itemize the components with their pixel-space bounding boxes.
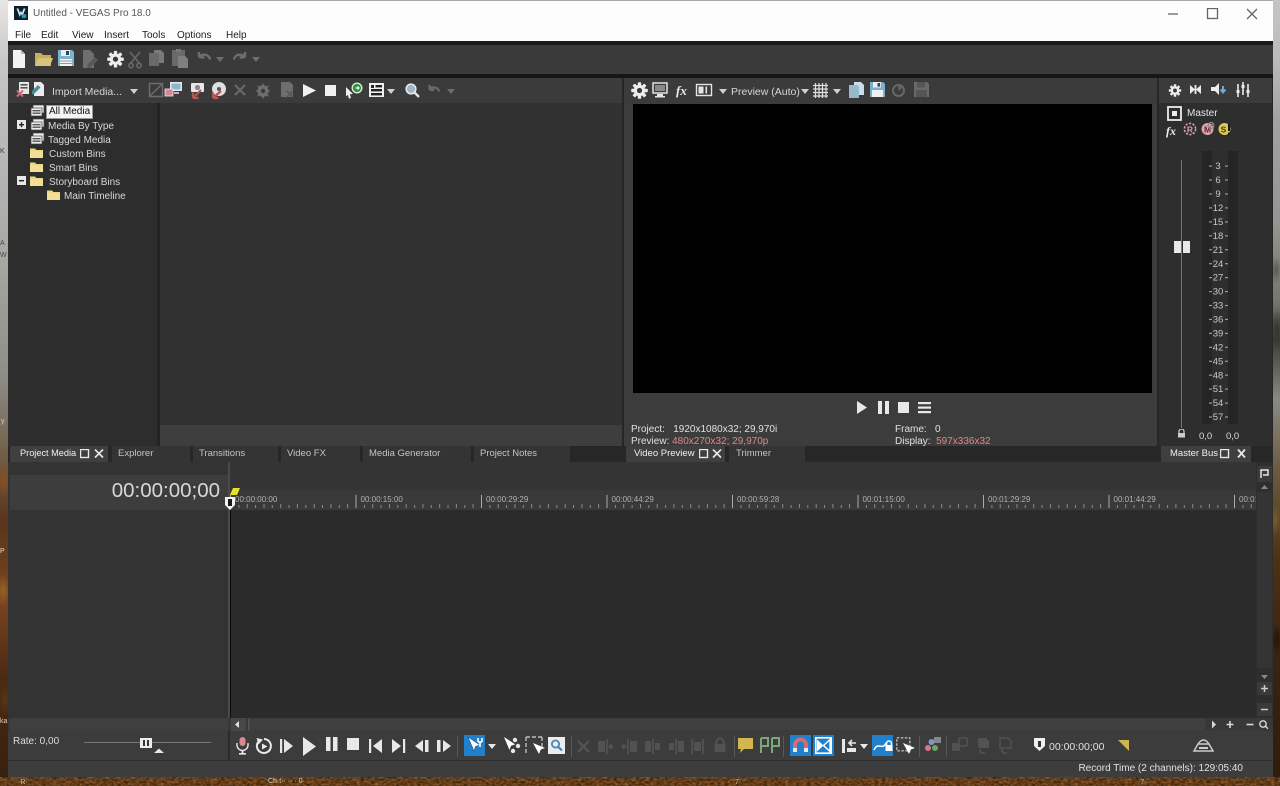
svg-text:00:01:29:29: 00:01:29:29 [988, 495, 1031, 504]
svg-text:9: 9 [1215, 189, 1220, 200]
svg-text:48: 48 [1213, 370, 1224, 381]
svg-text:51: 51 [1213, 384, 1224, 395]
svg-text:00:01:15:00: 00:01:15:00 [863, 495, 906, 504]
svg-text:00:00:29:29: 00:00:29:29 [486, 495, 529, 504]
svg-text:36: 36 [1213, 315, 1224, 326]
svg-text:15: 15 [1213, 217, 1224, 228]
svg-text:21: 21 [1213, 245, 1224, 256]
svg-text:45: 45 [1213, 356, 1224, 367]
svg-text:00:01:59:28: 00:01:59:28 [1239, 495, 1256, 504]
svg-text:00:01:44:29: 00:01:44:29 [1114, 495, 1157, 504]
svg-text:24: 24 [1213, 259, 1224, 270]
svg-text:00:00:00;00: 00:00:00;00 [1049, 741, 1105, 753]
svg-text:54: 54 [1213, 398, 1224, 409]
svg-text:18: 18 [1213, 231, 1224, 242]
svg-text:33: 33 [1213, 301, 1224, 312]
svg-text:27: 27 [1213, 273, 1224, 284]
svg-text:12: 12 [1213, 203, 1224, 214]
svg-text:57: 57 [1213, 412, 1224, 423]
svg-text:42: 42 [1213, 342, 1224, 353]
svg-text:39: 39 [1213, 329, 1224, 340]
svg-text:00:00:44:29: 00:00:44:29 [612, 495, 655, 504]
svg-text:fx: fx [676, 83, 687, 98]
svg-text:3: 3 [1215, 161, 1220, 172]
svg-text:6: 6 [1215, 175, 1220, 186]
svg-text:00:00:15:00: 00:00:15:00 [361, 495, 404, 504]
svg-text:00:00:00:00: 00:00:00:00 [235, 495, 278, 504]
svg-text:00:00:59:28: 00:00:59:28 [737, 495, 780, 504]
svg-text:30: 30 [1213, 287, 1224, 298]
